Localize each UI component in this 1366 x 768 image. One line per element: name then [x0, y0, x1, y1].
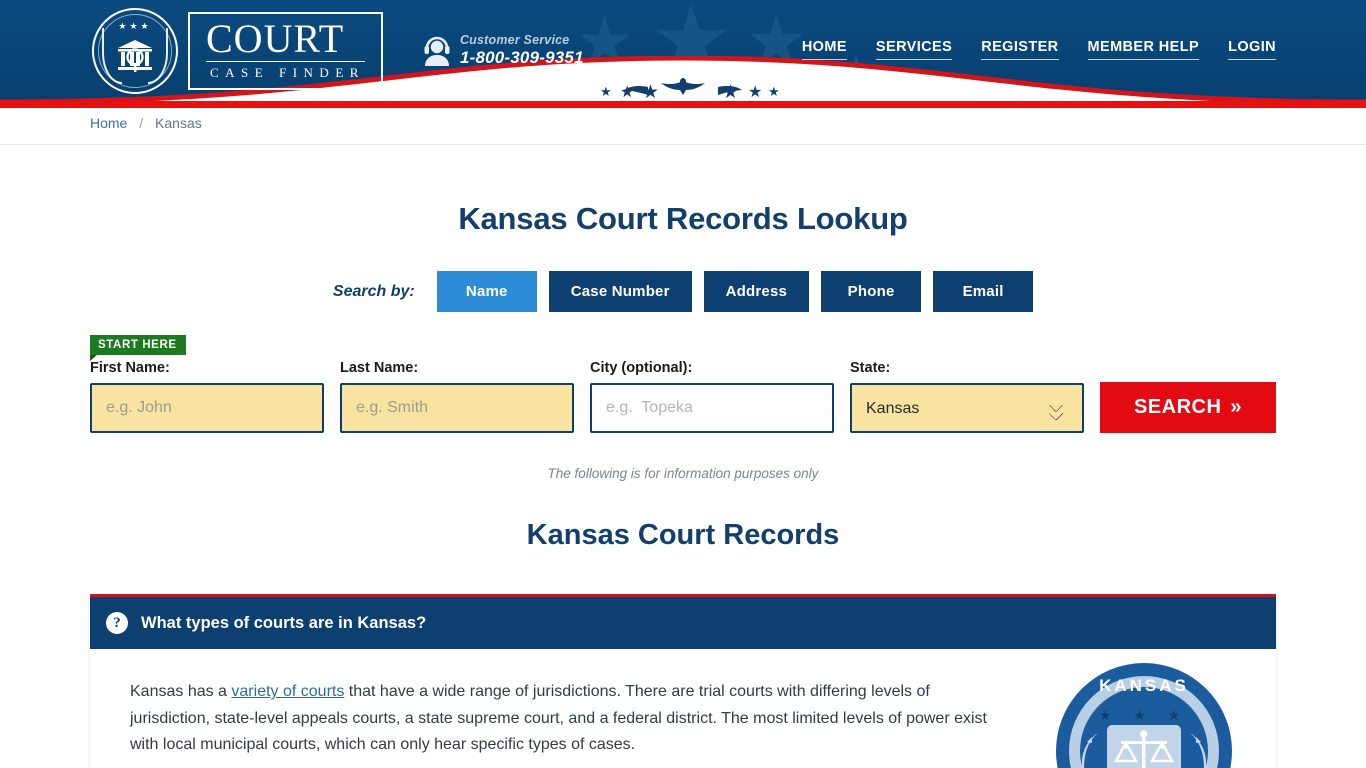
kansas-court-seal-icon: KANSAS ★ ★ ★	[1056, 663, 1232, 768]
search-button[interactable]: SEARCH »	[1100, 382, 1276, 433]
search-by-tabs: Search by: Name Case Number Address Phon…	[90, 271, 1276, 312]
city-label: City (optional):	[590, 360, 693, 376]
chevron-right-double-icon: »	[1230, 396, 1243, 418]
first-name-field-group: First Name:	[90, 360, 324, 433]
breadcrumb-separator: /	[139, 114, 144, 131]
logo-main-text: COURT	[206, 18, 365, 62]
laurel-right-icon	[148, 27, 168, 84]
faq-panel: ? What types of courts are in Kansas? Ka…	[90, 594, 1276, 768]
faq-question: What types of courts are in Kansas?	[141, 613, 427, 632]
nav-item-home[interactable]: HOME	[801, 39, 847, 60]
section-title: Kansas Court Records	[526, 519, 840, 551]
tab-case-number[interactable]: Case Number	[548, 271, 692, 312]
first-name-input[interactable]	[90, 383, 324, 433]
kansas-seal-word: KANSAS	[1099, 676, 1189, 695]
faq-body: Kansas has a variety of courts that have…	[90, 649, 1276, 768]
wheat-left-icon	[1081, 733, 1098, 768]
red-accent-stripe	[0, 101, 1366, 108]
breadcrumb-home[interactable]: Home	[90, 115, 127, 131]
last-name-label: Last Name:	[340, 360, 419, 376]
last-name-input[interactable]	[340, 383, 574, 433]
tab-address[interactable]: Address	[703, 271, 810, 312]
first-name-label: First Name:	[90, 360, 170, 376]
tab-email[interactable]: Email	[933, 271, 1034, 312]
last-name-field-group: Last Name:	[340, 360, 574, 433]
state-label: State:	[850, 360, 891, 376]
site-logo[interactable]: ★★★ COURT CASE FINDER	[90, 7, 383, 94]
city-field-group: City (optional):	[590, 360, 834, 433]
nav-item-login[interactable]: LOGIN	[1228, 39, 1276, 60]
faq-paragraph-1: Kansas has a variety of courts that have…	[130, 679, 995, 759]
variety-of-courts-link[interactable]: variety of courts	[231, 683, 344, 700]
tab-name[interactable]: Name	[436, 271, 537, 312]
faq-header[interactable]: ? What types of courts are in Kansas?	[90, 597, 1276, 649]
headset-support-icon	[424, 36, 450, 66]
site-header: ★ ★ ★ ★ ★ ★★★ COURT CASE FINDER Customer…	[0, 0, 1366, 101]
nav-item-services[interactable]: SERVICES	[875, 39, 953, 60]
breadcrumb-current: Kansas	[155, 114, 202, 131]
kansas-seal-stars-icon: ★ ★ ★	[1098, 707, 1190, 723]
logo-sub-text: CASE FINDER	[210, 64, 365, 80]
breadcrumb: Home / Kansas	[90, 115, 1276, 131]
city-input[interactable]	[590, 383, 834, 433]
start-here-badge: START HERE	[90, 335, 186, 361]
page-title: Kansas Court Records Lookup	[458, 201, 908, 236]
court-seal-icon: ★★★	[92, 7, 178, 94]
scales-of-justice-icon	[1113, 730, 1175, 768]
search-by-label: Search by:	[332, 282, 415, 300]
state-select[interactable]: Kansas	[850, 383, 1084, 433]
search-form: START HERE First Name: Last Name: City (…	[90, 335, 1276, 433]
main-content: Kansas Court Records Lookup Search by: N…	[90, 145, 1276, 768]
disclaimer-text: The following is for information purpose…	[547, 466, 819, 481]
faq-p1-part1: Kansas has a	[130, 683, 232, 700]
customer-service-label: Customer Service	[459, 33, 570, 47]
question-mark-icon: ?	[106, 612, 128, 634]
nav-item-register[interactable]: REGISTER	[981, 39, 1059, 60]
customer-service-phone[interactable]: 1-800-309-9351	[460, 48, 584, 68]
search-button-label: SEARCH	[1133, 396, 1222, 418]
main-navigation: HOME SERVICES REGISTER MEMBER HELP LOGIN	[801, 39, 1276, 62]
tab-phone[interactable]: Phone	[821, 271, 922, 312]
laurel-left-icon	[102, 27, 122, 84]
state-field-group: State: Kansas	[850, 360, 1084, 433]
wheat-right-icon	[1190, 733, 1207, 768]
nav-item-member-help[interactable]: MEMBER HELP	[1087, 39, 1200, 60]
customer-service-block[interactable]: Customer Service 1-800-309-9351	[423, 33, 584, 68]
